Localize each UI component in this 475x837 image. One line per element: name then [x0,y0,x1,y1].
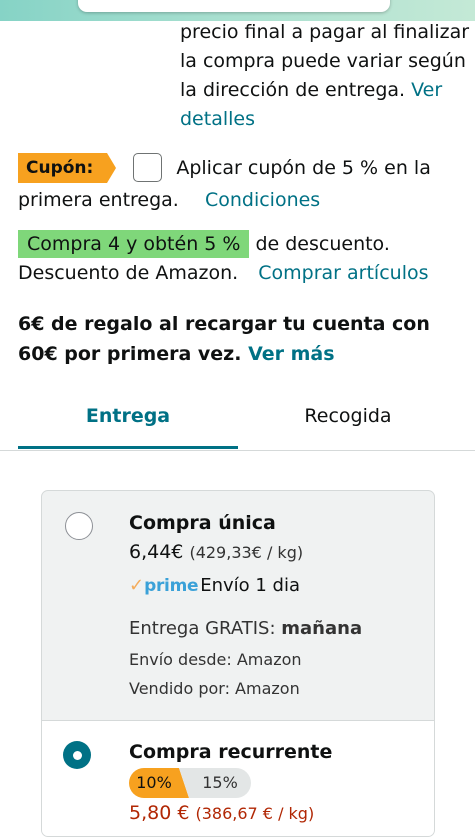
apply-coupon-checkbox[interactable] [133,153,163,182]
free-delivery-label: Entrega GRATIS: [129,618,276,639]
one-time-price-value: 6,44€ [129,541,184,563]
promo-badge: Compra 4 y obtén 5 % [18,230,250,258]
purchase-options-card: Compra única 6,44€ (429,33€ / kg) ✓prime… [41,490,435,837]
coupon-badge: Cupón: [18,153,117,183]
search-box[interactable] [78,0,390,12]
shop-items-link[interactable]: Comprar artículos [258,262,428,284]
coupon-text-2: primera entrega. [18,189,179,211]
recurring-title[interactable]: Compra recurrente [129,741,332,763]
promo-row: Compra 4 y obtén 5 % de descuento. [18,229,468,260]
sold-by: Vendido por: Amazon [129,679,300,698]
tab-pickup-label: Recogida [304,405,392,427]
gift-offer: 6€ de regalo al recargar tu cuenta con 6… [18,309,468,369]
promo-row-2: Descuento de Amazon. Comprar artículos [18,258,429,289]
prime-shipping-text: Envío 1 dia [200,575,301,596]
promo-text: de descuento. [255,233,390,255]
see-more-link[interactable]: Ver más [248,343,334,365]
one-time-radio[interactable] [65,512,93,540]
coupon-row-2: primera entrega. Condiciones [18,185,320,216]
recurring-price: 5,80 € (386,67 € / kg) [129,802,314,824]
coupon-conditions-link[interactable]: Condiciones [205,189,320,211]
fulfillment-tabs: Entrega Recogida [0,394,475,451]
one-time-unit-price: (429,33€ / kg) [189,543,304,562]
active-tab-indicator [18,446,238,449]
coupon-text: Aplicar cupón de 5 % en la [176,157,431,179]
delivery-day: mañana [281,618,363,639]
delivery-price-note: precio final a pagar al finalizar la com… [180,18,470,134]
prime-logo: prime [144,576,199,596]
coupon-row: Cupón: Aplicar cupón de 5 % en la [18,153,468,184]
tab-delivery-label: Entrega [85,405,171,427]
recurring-unit-price: (386,67 € / kg) [195,804,315,823]
discount-10-pill[interactable]: 10% [129,768,189,798]
recurring-price-value: 5,80 € [129,802,190,824]
prime-check-icon: ✓ [129,575,145,596]
discount-15-pill[interactable]: 15% [179,768,251,798]
tab-pickup[interactable]: Recogida [238,394,458,449]
gift-text: 6€ de regalo al recargar tu cuenta con 6… [18,313,430,365]
ships-from: Envío desde: Amazon [129,650,302,669]
free-delivery: Entrega GRATIS: mañana [129,618,362,639]
promo-source: Descuento de Amazon. [18,262,239,284]
one-time-price: 6,44€ (429,33€ / kg) [129,541,303,563]
tab-delivery[interactable]: Entrega [18,394,238,449]
one-time-title[interactable]: Compra única [129,512,276,534]
recurring-radio[interactable] [63,741,91,769]
prime-shipping: ✓prime Envío 1 dia [129,575,300,596]
